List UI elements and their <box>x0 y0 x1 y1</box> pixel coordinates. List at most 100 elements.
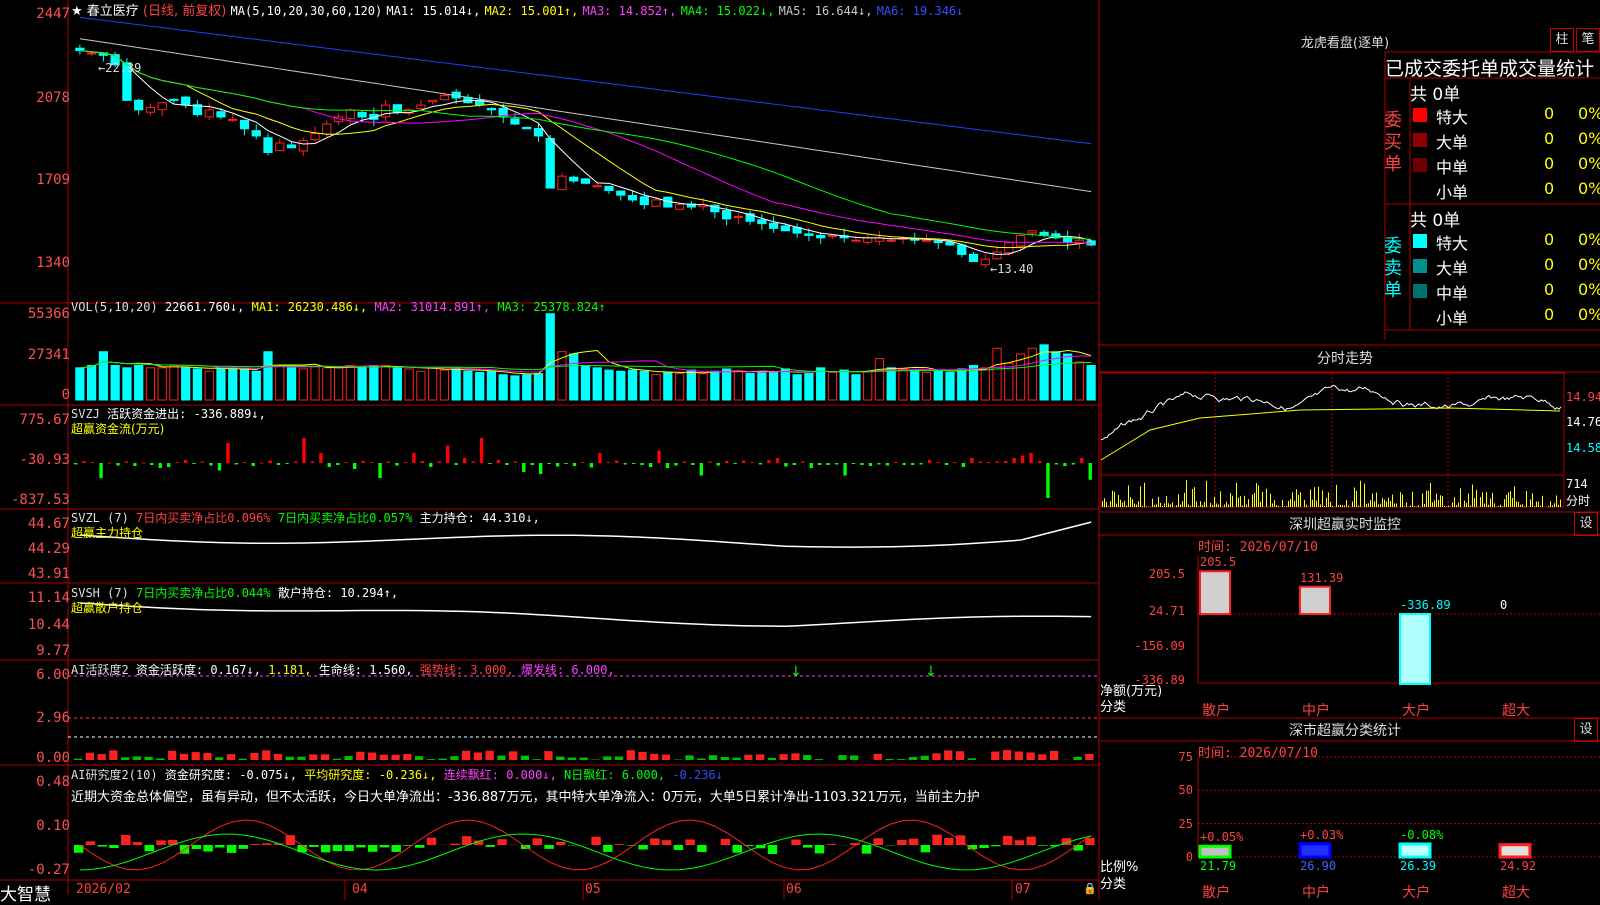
intraday-vol-bar <box>1332 506 1333 507</box>
research-bar <box>685 839 694 845</box>
flow-bar <box>996 462 999 464</box>
classify-bar <box>1500 845 1530 857</box>
classify-settings-button[interactable]: 设 <box>1574 718 1598 742</box>
lock-icon[interactable]: 🔒 <box>1083 882 1097 895</box>
intraday-vol-bar <box>1542 496 1543 507</box>
intraday-vol-bar <box>1486 492 1487 507</box>
activity-bar <box>297 757 305 760</box>
research-bar <box>874 838 883 845</box>
flow-bar <box>412 453 415 463</box>
sell-order-size-name: 中单 <box>1436 280 1468 304</box>
monitor-ytick: -156.09 <box>1133 639 1185 653</box>
activity-bar <box>685 755 693 760</box>
flow-bar <box>1046 463 1049 498</box>
activity-bar <box>133 756 141 760</box>
flow-bar <box>860 463 863 465</box>
stock-name[interactable]: 春立医疗 <box>87 4 139 19</box>
intraday-vol-bar <box>1348 506 1349 507</box>
activity-bar <box>968 758 976 760</box>
intraday-vol-bar <box>1294 501 1295 507</box>
ai2-header: AI研究度2(10) 资金研究度: -0.075↓, 平均研究度: -0.236… <box>71 766 723 783</box>
activity-bar <box>145 757 153 760</box>
research-bar <box>791 840 800 845</box>
monitor-ytick: -336.89 <box>1133 673 1185 687</box>
activity-bar <box>239 759 247 760</box>
color-swatch-icon <box>1413 284 1427 298</box>
candle-body <box>135 100 143 109</box>
volume-bar <box>182 368 190 400</box>
flow-bar <box>1080 458 1083 463</box>
flow-bar <box>793 463 796 465</box>
activity-bar <box>803 755 811 760</box>
intraday-vol-bar <box>1164 503 1165 507</box>
research-bar <box>721 839 730 845</box>
activity-bar <box>921 756 929 760</box>
research-bar <box>380 845 389 847</box>
activity-bar <box>344 756 352 760</box>
volume-bar <box>393 368 401 400</box>
activity-bar <box>944 750 952 760</box>
intraday-vol-bar <box>1480 497 1481 507</box>
volume-bar <box>734 371 742 400</box>
activity-bar <box>168 751 176 760</box>
intraday-vol-bar <box>1518 502 1519 507</box>
research-bar <box>591 837 600 845</box>
flow-bar <box>74 463 77 465</box>
volume-bar <box>99 352 107 400</box>
svsh-ytick: 11.14 <box>28 590 70 606</box>
flow-bar <box>82 461 85 463</box>
monitor-settings-button[interactable]: 设 <box>1574 512 1598 536</box>
intraday-vol-bar <box>1210 503 1211 507</box>
tick-mode-button[interactable]: 笔 <box>1576 28 1600 52</box>
intraday-vol-bar <box>1216 503 1217 507</box>
app-brand[interactable]: 大智慧 <box>0 880 51 905</box>
intraday-vol-bar <box>1298 495 1299 507</box>
bar-mode-button[interactable]: 柱 <box>1550 28 1574 52</box>
monitor-ytick: 205.5 <box>1133 567 1185 581</box>
research-bar <box>638 845 647 850</box>
intraday-vol-bar <box>1360 481 1361 507</box>
intraday-vol-bar <box>1178 494 1179 507</box>
flow-bar <box>767 460 770 463</box>
research-bar <box>215 845 224 847</box>
volume-bar <box>546 314 554 400</box>
star-icon[interactable]: ★ <box>71 4 83 19</box>
research-bar <box>192 845 201 849</box>
buy-side-label: 委买单 <box>1384 110 1404 176</box>
research-bar <box>921 845 930 852</box>
volume-bar <box>770 372 778 400</box>
volume-bar <box>299 369 307 400</box>
intraday-vol-bar <box>1352 501 1353 507</box>
flow-bar <box>108 463 111 464</box>
activity-bar <box>156 758 164 760</box>
volume-bar <box>417 371 425 400</box>
monitor-value-label: 0 <box>1500 598 1507 612</box>
research-bar <box>827 844 836 845</box>
intraday-vol-bar <box>1430 483 1431 507</box>
flow-bar <box>252 463 255 466</box>
intraday-vol-bar <box>1282 500 1283 507</box>
intraday-vol-bar <box>1226 502 1227 507</box>
research-bar <box>333 845 342 851</box>
intraday-vol-bar <box>1146 506 1147 507</box>
flow-bar <box>192 463 195 464</box>
research-bar <box>768 845 777 854</box>
candle-body <box>640 197 648 205</box>
research-bar <box>556 842 565 845</box>
volume-bar <box>946 372 954 400</box>
flow-bar <box>311 462 314 464</box>
intraday-vol-bar <box>1558 505 1559 507</box>
vol-header: VOL(5,10,20) 22661.760↓, MA1: 26230.486↓… <box>71 300 606 314</box>
svzl-label: SVZL (7) <box>71 511 129 525</box>
research-bar <box>427 838 436 845</box>
activity-bar <box>439 759 447 760</box>
vol-value: 22661.760↓, <box>165 300 244 314</box>
research-bar <box>262 843 271 845</box>
main-chart-canvas[interactable]: ↓↓ <box>0 0 1600 900</box>
volume-bar <box>722 369 730 400</box>
intraday-vol-bar <box>1426 490 1427 507</box>
candle-body <box>252 131 260 136</box>
intraday-vol-bar <box>1560 500 1561 507</box>
kline-header: ★ 春立医疗 (日线, 前复权) MA(5,10,20,30,60,120) M… <box>71 0 963 19</box>
activity-bar <box>227 754 235 760</box>
